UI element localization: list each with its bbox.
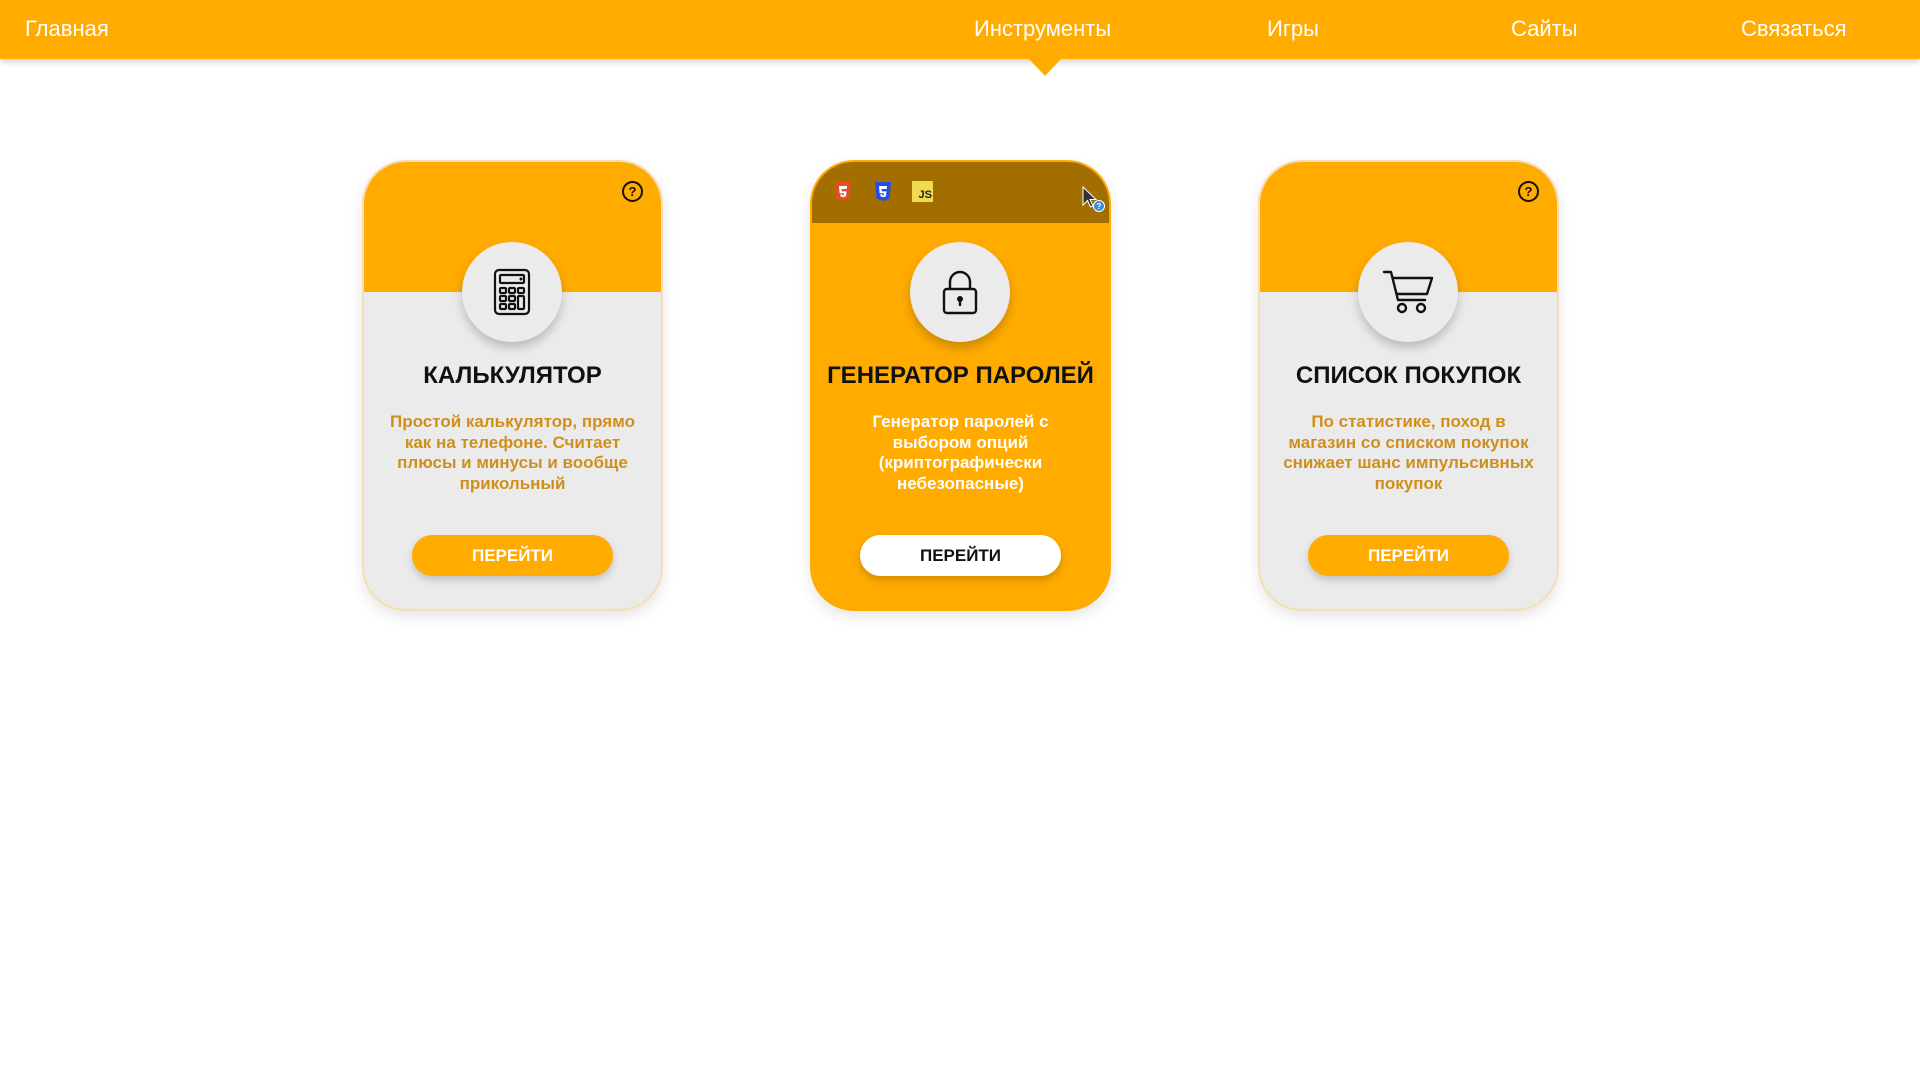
calculator-card: ? КАЛЬКУЛЯТОР Простой калькулятор, прямо… (362, 160, 663, 611)
tech-icons: JS (832, 181, 933, 202)
active-nav-indicator (1029, 59, 1061, 76)
html5-icon (832, 181, 853, 202)
css3-icon (872, 181, 893, 202)
nav-contact[interactable]: Связаться (1741, 16, 1847, 42)
shopping-cart-icon (1358, 242, 1458, 342)
help-icon[interactable]: ? (622, 181, 643, 202)
lock-icon (910, 242, 1010, 342)
help-icon[interactable]: ? (1518, 181, 1539, 202)
svg-text:?: ? (1097, 202, 1102, 211)
mouse-cursor-icon: ? (1082, 186, 1105, 212)
go-button[interactable]: ПЕРЕЙТИ (412, 535, 613, 576)
card-title: КАЛЬКУЛЯТОР (423, 362, 602, 389)
nav-tools[interactable]: Инструменты (974, 16, 1111, 42)
js-icon: JS (912, 181, 933, 202)
nav-games[interactable]: Игры (1267, 16, 1319, 42)
nav-sites[interactable]: Сайты (1511, 16, 1578, 42)
card-title: СПИСОК ПОКУПОК (1295, 362, 1522, 389)
password-generator-card: JS ? ГЕНЕРАТОР ПАРОЛЕЙ Генератор паролей… (810, 160, 1111, 611)
shopping-list-card: ? СПИСОК ПОКУПОК По статистике, поход в … (1258, 160, 1559, 611)
card-description: По статистике, поход в магазин со списко… (1283, 412, 1534, 493)
card-description: Простой калькулятор, прямо как на телефо… (390, 412, 635, 493)
calculator-icon (462, 242, 562, 342)
card-title: ГЕНЕРАТОР ПАРОЛЕЙ (827, 362, 1094, 389)
go-button[interactable]: ПЕРЕЙТИ (1308, 535, 1509, 576)
top-navbar: Главная Инструменты Игры Сайты Связаться (0, 0, 1920, 76)
go-button[interactable]: ПЕРЕЙТИ (860, 535, 1061, 576)
nav-home[interactable]: Главная (25, 16, 109, 42)
card-description: Генератор паролей с выбором опций (крипт… (872, 412, 1049, 493)
